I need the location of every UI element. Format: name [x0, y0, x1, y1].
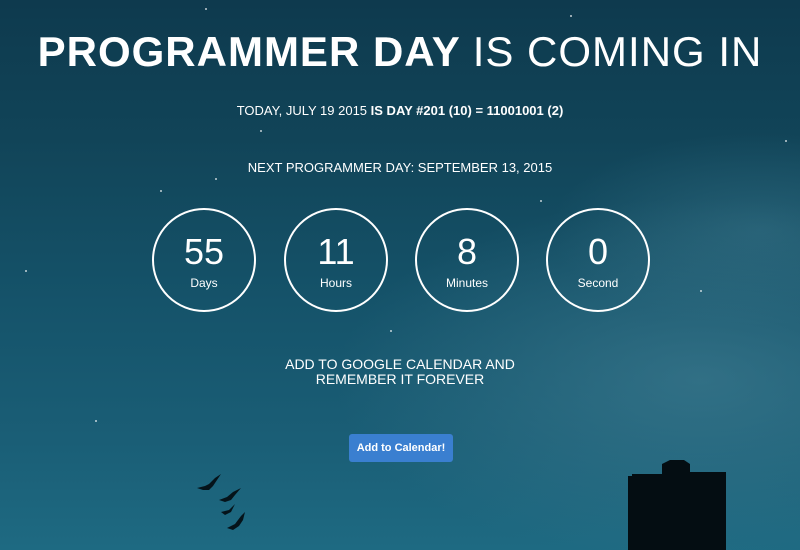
countdown-minutes: 8 Minutes — [415, 208, 519, 312]
today-prefix: TODAY, JULY 19 2015 — [236, 103, 368, 118]
countdown-unit: Minutes — [445, 276, 489, 290]
countdown-hours: 11 Hours — [284, 208, 388, 312]
countdown-value: 8 — [456, 231, 478, 272]
today-highlight: IS DAY #201 (10) = 11001001 (2) — [370, 103, 564, 118]
title-light: IS COMING IN — [472, 28, 763, 75]
today-info: TODAY, JULY 19 2015 IS DAY #201 (10) = 1… — [0, 103, 800, 118]
countdown-unit: Second — [577, 276, 619, 290]
next-programmer-day: NEXT PROGRAMMER DAY: SEPTEMBER 13, 2015 — [247, 160, 553, 175]
calendar-reminder-text: ADD TO GOOGLE CALENDAR AND REMEMBER IT F… — [0, 357, 800, 387]
countdown-unit: Hours — [319, 276, 352, 290]
countdown-seconds: 0 Second — [546, 208, 650, 312]
countdown-value: 0 — [587, 231, 609, 272]
countdown-unit: Days — [190, 276, 218, 290]
countdown-days: 55 Days — [152, 208, 256, 312]
title-bold: PROGRAMMER DAY — [37, 28, 461, 75]
countdown-value: 55 — [183, 231, 225, 272]
countdown: 55 Days 11 Hours 8 Minutes 0 Second — [152, 208, 652, 312]
reminder-line-2: REMEMBER IT FOREVER — [315, 371, 485, 387]
birds-silhouette-icon — [197, 474, 245, 530]
countdown-value: 11 — [317, 231, 355, 272]
building-silhouette-icon — [628, 460, 726, 550]
page-title: PROGRAMMER DAY IS COMING IN — [0, 28, 800, 76]
reminder-line-1: ADD TO GOOGLE CALENDAR AND — [285, 356, 515, 372]
add-to-calendar-button[interactable]: Add to Calendar! — [349, 434, 453, 462]
